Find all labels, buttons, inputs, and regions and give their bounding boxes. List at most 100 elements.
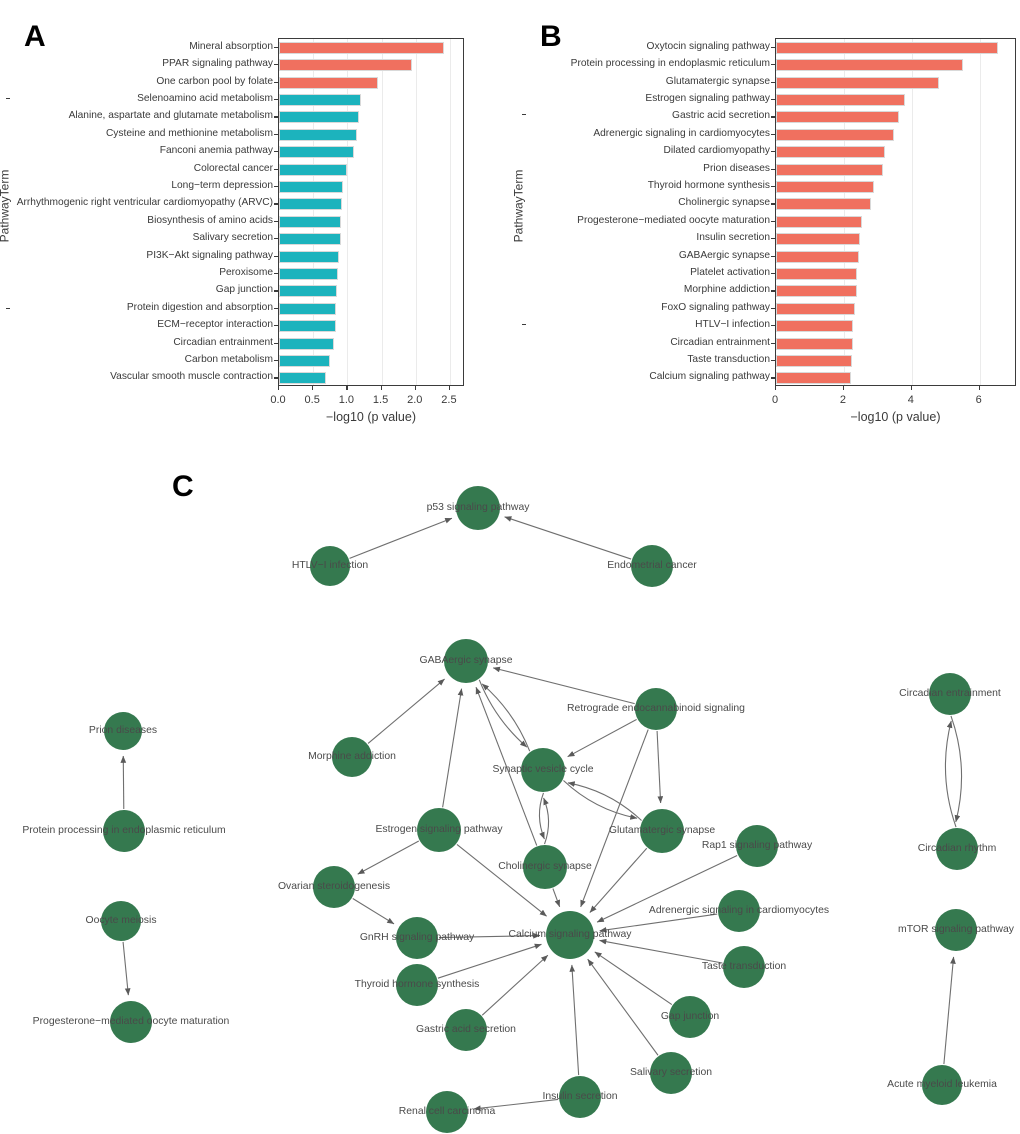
network-node[interactable]: [936, 828, 978, 870]
network-node[interactable]: [635, 688, 677, 730]
network-node[interactable]: [110, 1001, 152, 1043]
network-node[interactable]: [718, 890, 760, 932]
network-node[interactable]: [736, 825, 778, 867]
network-node[interactable]: [559, 1076, 601, 1118]
bar: [776, 93, 905, 106]
network-edge: [492, 666, 635, 705]
network-node[interactable]: [723, 946, 765, 988]
network-edge: [569, 964, 580, 1076]
y-axis-tick: [771, 342, 775, 344]
bar: [279, 233, 341, 246]
network-edge: [599, 938, 723, 964]
y-axis-tick: [274, 325, 278, 327]
network-edge: [580, 729, 649, 908]
network-node[interactable]: [929, 673, 971, 715]
network-node[interactable]: [521, 748, 565, 792]
bar: [279, 76, 379, 89]
bar: [776, 163, 883, 176]
network-node[interactable]: [444, 639, 488, 683]
category-label: Colorectal cancer: [193, 162, 273, 174]
y-axis-tick: [274, 168, 278, 170]
category-label: HTLV−I infection: [695, 318, 770, 330]
gridline: [381, 39, 383, 385]
bar: [776, 146, 886, 159]
network-edge: [950, 715, 963, 823]
category-label: Circadian entrainment: [173, 336, 273, 348]
network-node[interactable]: [445, 1009, 487, 1051]
network-node[interactable]: [417, 808, 461, 852]
network-edge: [567, 781, 642, 821]
y-axis-tick: [274, 81, 278, 83]
x-axis-tick: [978, 386, 980, 390]
network-edge: [504, 516, 632, 560]
network-node[interactable]: [631, 545, 673, 587]
bar: [776, 111, 899, 124]
network-node[interactable]: [103, 810, 145, 852]
network-edge: [538, 792, 545, 840]
network-node[interactable]: [426, 1091, 468, 1133]
network-node[interactable]: [313, 866, 355, 908]
panel-a-y-axis-label: PathwayTerm: [0, 169, 12, 243]
network-node[interactable]: [650, 1052, 692, 1094]
y-axis-tick: [771, 272, 775, 275]
category-label: Thyroid hormone synthesis: [647, 179, 770, 191]
network-node[interactable]: [396, 964, 438, 1006]
panel-a-barchart: PathwayTerm Mineral absorption PPAR signa…: [0, 28, 500, 428]
x-axis-tick-label: 2: [839, 394, 846, 406]
network-node[interactable]: [456, 486, 500, 530]
network-edge: [596, 854, 738, 923]
category-label: Cholinergic synapse: [678, 197, 770, 209]
category-label: Salivary secretion: [192, 231, 273, 243]
network-node[interactable]: [101, 901, 141, 941]
network-node[interactable]: [640, 809, 684, 853]
category-label: One carbon pool by folate: [156, 75, 273, 87]
bar: [279, 372, 326, 385]
category-label: Cysteine and methionine metabolism: [105, 127, 273, 139]
panel-a-x-axis-label: −log10 (p value): [326, 410, 416, 424]
y-axis-tick: [274, 133, 278, 135]
network-node[interactable]: [104, 712, 142, 750]
bar: [776, 41, 999, 54]
bar: [776, 59, 963, 72]
network-node[interactable]: [922, 1065, 962, 1105]
bar: [279, 302, 337, 315]
network-edge: [567, 718, 637, 758]
network-node[interactable]: [935, 909, 977, 951]
bar: [776, 128, 895, 141]
bar: [776, 198, 872, 211]
category-label: PPAR signaling pathway: [162, 57, 273, 69]
category-label: FoxO signaling pathway: [661, 301, 770, 313]
y-axis-tick: [274, 220, 278, 222]
network-edge: [552, 888, 561, 908]
network-node[interactable]: [523, 845, 567, 889]
bar: [776, 320, 854, 333]
network-node[interactable]: [310, 546, 350, 586]
y-axis-tick: [771, 307, 775, 309]
network-edge: [594, 951, 673, 1006]
bar: [776, 337, 853, 350]
gridline: [415, 39, 417, 385]
y-axis-tick: [6, 98, 10, 100]
bar: [279, 59, 413, 72]
bar: [776, 372, 852, 385]
bar: [279, 320, 337, 333]
y-axis-tick: [274, 272, 278, 275]
category-label: Progesterone−mediated oocyte maturation: [577, 214, 770, 226]
x-axis-tick-label: 1.0: [338, 394, 355, 406]
category-label: Gap junction: [215, 284, 273, 296]
category-label: Alanine, aspartate and glutamate metabol…: [68, 110, 273, 122]
network-node[interactable]: [546, 911, 594, 959]
bar: [279, 198, 342, 211]
y-axis-tick: [771, 133, 775, 135]
x-axis-tick-label: 0.5: [304, 394, 320, 406]
category-label: ECM−receptor interaction: [157, 318, 273, 330]
network-node[interactable]: [669, 996, 711, 1038]
bar: [279, 128, 357, 141]
bar: [279, 180, 343, 193]
y-axis-tick: [274, 342, 278, 344]
y-axis-tick: [771, 290, 775, 292]
bar: [279, 111, 359, 124]
network-node[interactable]: [396, 917, 438, 959]
network-node[interactable]: [332, 737, 372, 777]
x-axis-tick: [380, 386, 382, 390]
